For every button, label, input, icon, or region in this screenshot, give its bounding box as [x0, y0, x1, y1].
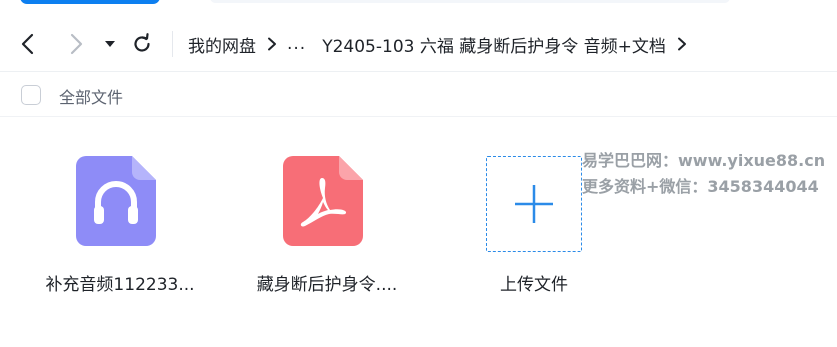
caret-down-icon — [105, 41, 115, 47]
pdf-file-icon — [283, 156, 363, 246]
breadcrumb: 我的网盘 ... Y2405-103 六福 藏身断后护身令 音频+文档 — [188, 30, 697, 58]
select-all-label: 全部文件 — [59, 88, 124, 107]
watermark-line-2: 更多资料+微信：3458344044 — [582, 177, 819, 196]
history-dropdown-button[interactable] — [100, 32, 120, 56]
select-all-row: 全部文件 — [0, 80, 837, 112]
top-strip — [0, 0, 837, 6]
chevron-left-icon — [21, 33, 34, 55]
audio-file-icon — [76, 156, 156, 246]
file-name[interactable]: 补充音频112233... — [40, 270, 200, 295]
refresh-button[interactable] — [128, 30, 156, 58]
refresh-icon — [134, 33, 150, 52]
watermark-line-1: 易学巴巴网：www.yixue88.cn — [582, 151, 826, 170]
navigation-bar: 我的网盘 ... Y2405-103 六福 藏身断后护身令 音频+文档 — [0, 20, 837, 64]
breadcrumb-root[interactable]: 我的网盘 — [188, 32, 256, 57]
file-tile-pdf[interactable]: 藏身断后护身令.... — [247, 148, 407, 308]
breadcrumb-current: Y2405-103 六福 藏身断后护身令 音频+文档 — [322, 36, 666, 57]
file-name[interactable]: 藏身断后护身令.... — [247, 270, 407, 295]
file-tile-audio[interactable]: 补充音频112233... — [40, 148, 200, 308]
top-search-field[interactable] — [210, 0, 730, 3]
chevron-right-icon[interactable] — [677, 37, 687, 51]
nav-separator — [172, 31, 173, 57]
plus-icon — [515, 185, 553, 223]
select-all-checkbox[interactable] — [21, 85, 41, 105]
watermark: 易学巴巴网：www.yixue88.cn 更多资料+微信：3458344044 — [582, 148, 825, 200]
top-action-button[interactable] — [20, 0, 160, 4]
forward-button[interactable] — [62, 30, 90, 58]
upload-file-button[interactable] — [486, 156, 582, 252]
list-divider — [0, 116, 837, 117]
back-button[interactable] — [14, 30, 42, 58]
navbar-divider — [0, 71, 837, 72]
chevron-right-icon — [267, 37, 277, 51]
upload-file-label[interactable]: 上传文件 — [454, 270, 614, 295]
breadcrumb-ellipsis[interactable]: ... — [287, 34, 306, 54]
chevron-right-icon — [70, 33, 83, 55]
